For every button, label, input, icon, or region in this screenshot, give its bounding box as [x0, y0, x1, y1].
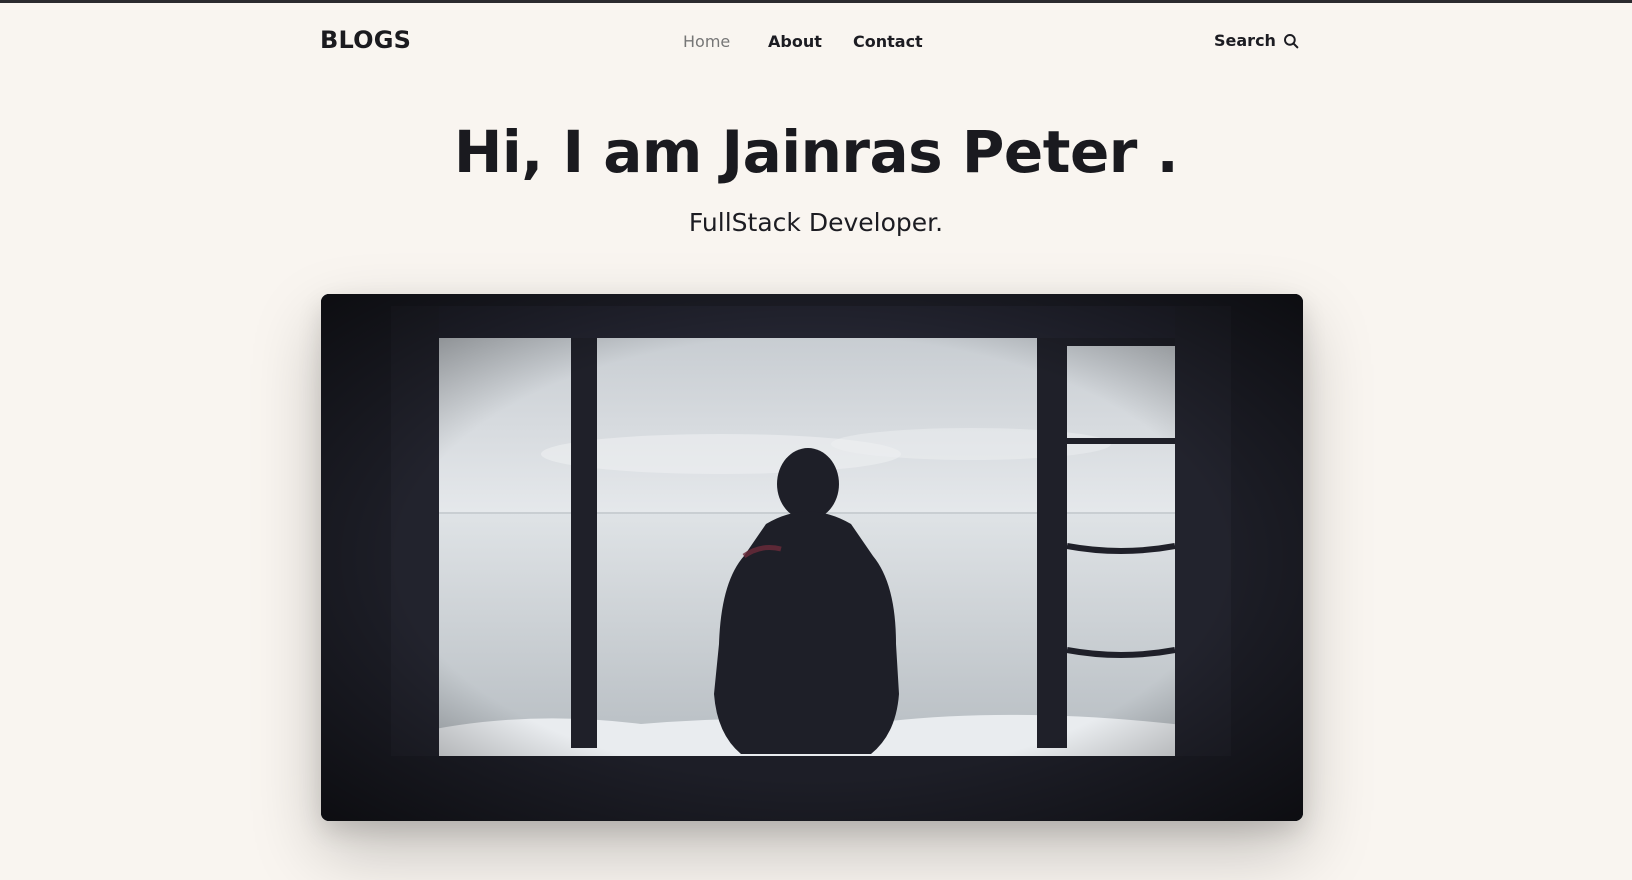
hero-subtitle: FullStack Developer. — [688, 208, 944, 237]
brand-logo[interactable]: BLOGS — [320, 26, 411, 54]
search-label: Search — [1214, 31, 1276, 50]
hero-title: Hi, I am Jainras Peter . — [453, 118, 1179, 186]
nav-link-contact[interactable]: Contact — [853, 32, 923, 51]
search-icon — [1283, 33, 1299, 48]
hero-image-illustration — [321, 294, 1303, 821]
navbar: BLOGS Home About Contact Search — [0, 0, 1632, 84]
nav-link-home[interactable]: Home — [683, 32, 730, 51]
hero-image — [321, 294, 1303, 821]
nav-link-about[interactable]: About — [768, 32, 822, 51]
search-button[interactable]: Search — [1214, 31, 1300, 50]
